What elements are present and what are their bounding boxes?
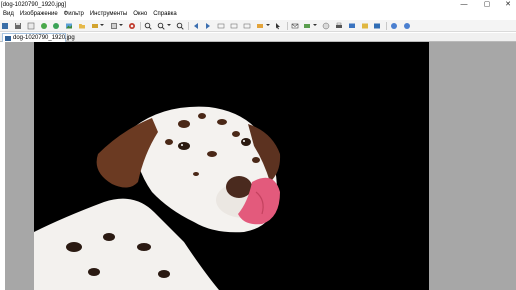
maximize-button[interactable]: ▢ (480, 0, 494, 10)
adjust-dropdown-icon[interactable] (100, 24, 104, 26)
print-icon[interactable] (335, 22, 343, 30)
scan-icon[interactable] (303, 22, 311, 30)
email-icon[interactable] (291, 22, 299, 30)
slideshow-icon[interactable] (217, 22, 225, 30)
zoom-fit-icon[interactable] (176, 22, 184, 30)
scan-dropdown-icon[interactable] (313, 24, 317, 26)
settings-icon[interactable] (361, 22, 369, 30)
tab-image[interactable]: dog-1020790_1920.jpg (2, 33, 75, 42)
menu-bar: Вид Изображение Фильтр Инструменты Окно … (0, 10, 516, 20)
toolbar (0, 20, 516, 32)
app-window: [dog-1020790_1920.jpg] — ▢ ✕ Вид Изображ… (0, 0, 516, 290)
tab-label: dog-1020790_1920.jpg (13, 35, 75, 41)
paste-icon[interactable] (256, 22, 264, 30)
copy-icon[interactable] (243, 22, 251, 30)
cursor-icon[interactable] (274, 22, 282, 30)
print-preview-icon[interactable] (27, 22, 35, 30)
menu-image[interactable]: Изображение (17, 10, 61, 20)
minimize-button[interactable]: — (457, 0, 471, 10)
open-folder-icon[interactable] (78, 22, 86, 30)
toolbar-separator (386, 22, 387, 30)
menu-help[interactable]: Справка (150, 10, 180, 20)
title-bar: [dog-1020790_1920.jpg] — ▢ ✕ (0, 0, 516, 10)
image-file-icon (5, 36, 11, 41)
properties-icon[interactable] (373, 22, 381, 30)
tab-strip: dog-1020790_1920.jpg (0, 33, 516, 42)
about-icon[interactable] (390, 22, 398, 30)
help-icon[interactable] (403, 22, 411, 30)
dalmatian-image (34, 42, 429, 290)
toolbar-separator (140, 22, 141, 30)
open-icon[interactable] (1, 22, 9, 30)
menu-filter[interactable]: Фильтр (61, 10, 87, 20)
toolbar-separator (287, 22, 288, 30)
image-icon[interactable] (65, 22, 73, 30)
refresh-icon[interactable] (40, 22, 48, 30)
menu-tools[interactable]: Инструменты (87, 10, 130, 20)
zoom-in-icon[interactable] (144, 22, 152, 30)
back-icon[interactable] (52, 22, 60, 30)
colors-icon[interactable] (110, 22, 118, 30)
menu-window[interactable]: Окно (130, 10, 150, 20)
save-icon[interactable] (14, 22, 22, 30)
color-picker-icon[interactable] (128, 22, 136, 30)
colors-dropdown-icon[interactable] (119, 24, 123, 26)
image-view (34, 42, 429, 290)
monitor-icon[interactable] (348, 22, 356, 30)
next-icon[interactable] (204, 22, 212, 30)
window-title: [dog-1020790_1920.jpg] (1, 2, 67, 8)
close-button[interactable]: ✕ (501, 0, 515, 10)
fullscreen-icon[interactable] (230, 22, 238, 30)
zoom-dropdown-icon[interactable] (167, 24, 171, 26)
adjust-icon[interactable] (91, 22, 99, 30)
paste-dropdown-icon[interactable] (266, 24, 270, 26)
left-margin (0, 42, 5, 290)
zoom-out-icon[interactable] (157, 22, 165, 30)
image-canvas[interactable] (0, 42, 516, 290)
prev-icon[interactable] (192, 22, 200, 30)
toolbar-separator (188, 22, 189, 30)
menu-view[interactable]: Вид (0, 10, 17, 20)
crop-icon[interactable] (322, 22, 330, 30)
